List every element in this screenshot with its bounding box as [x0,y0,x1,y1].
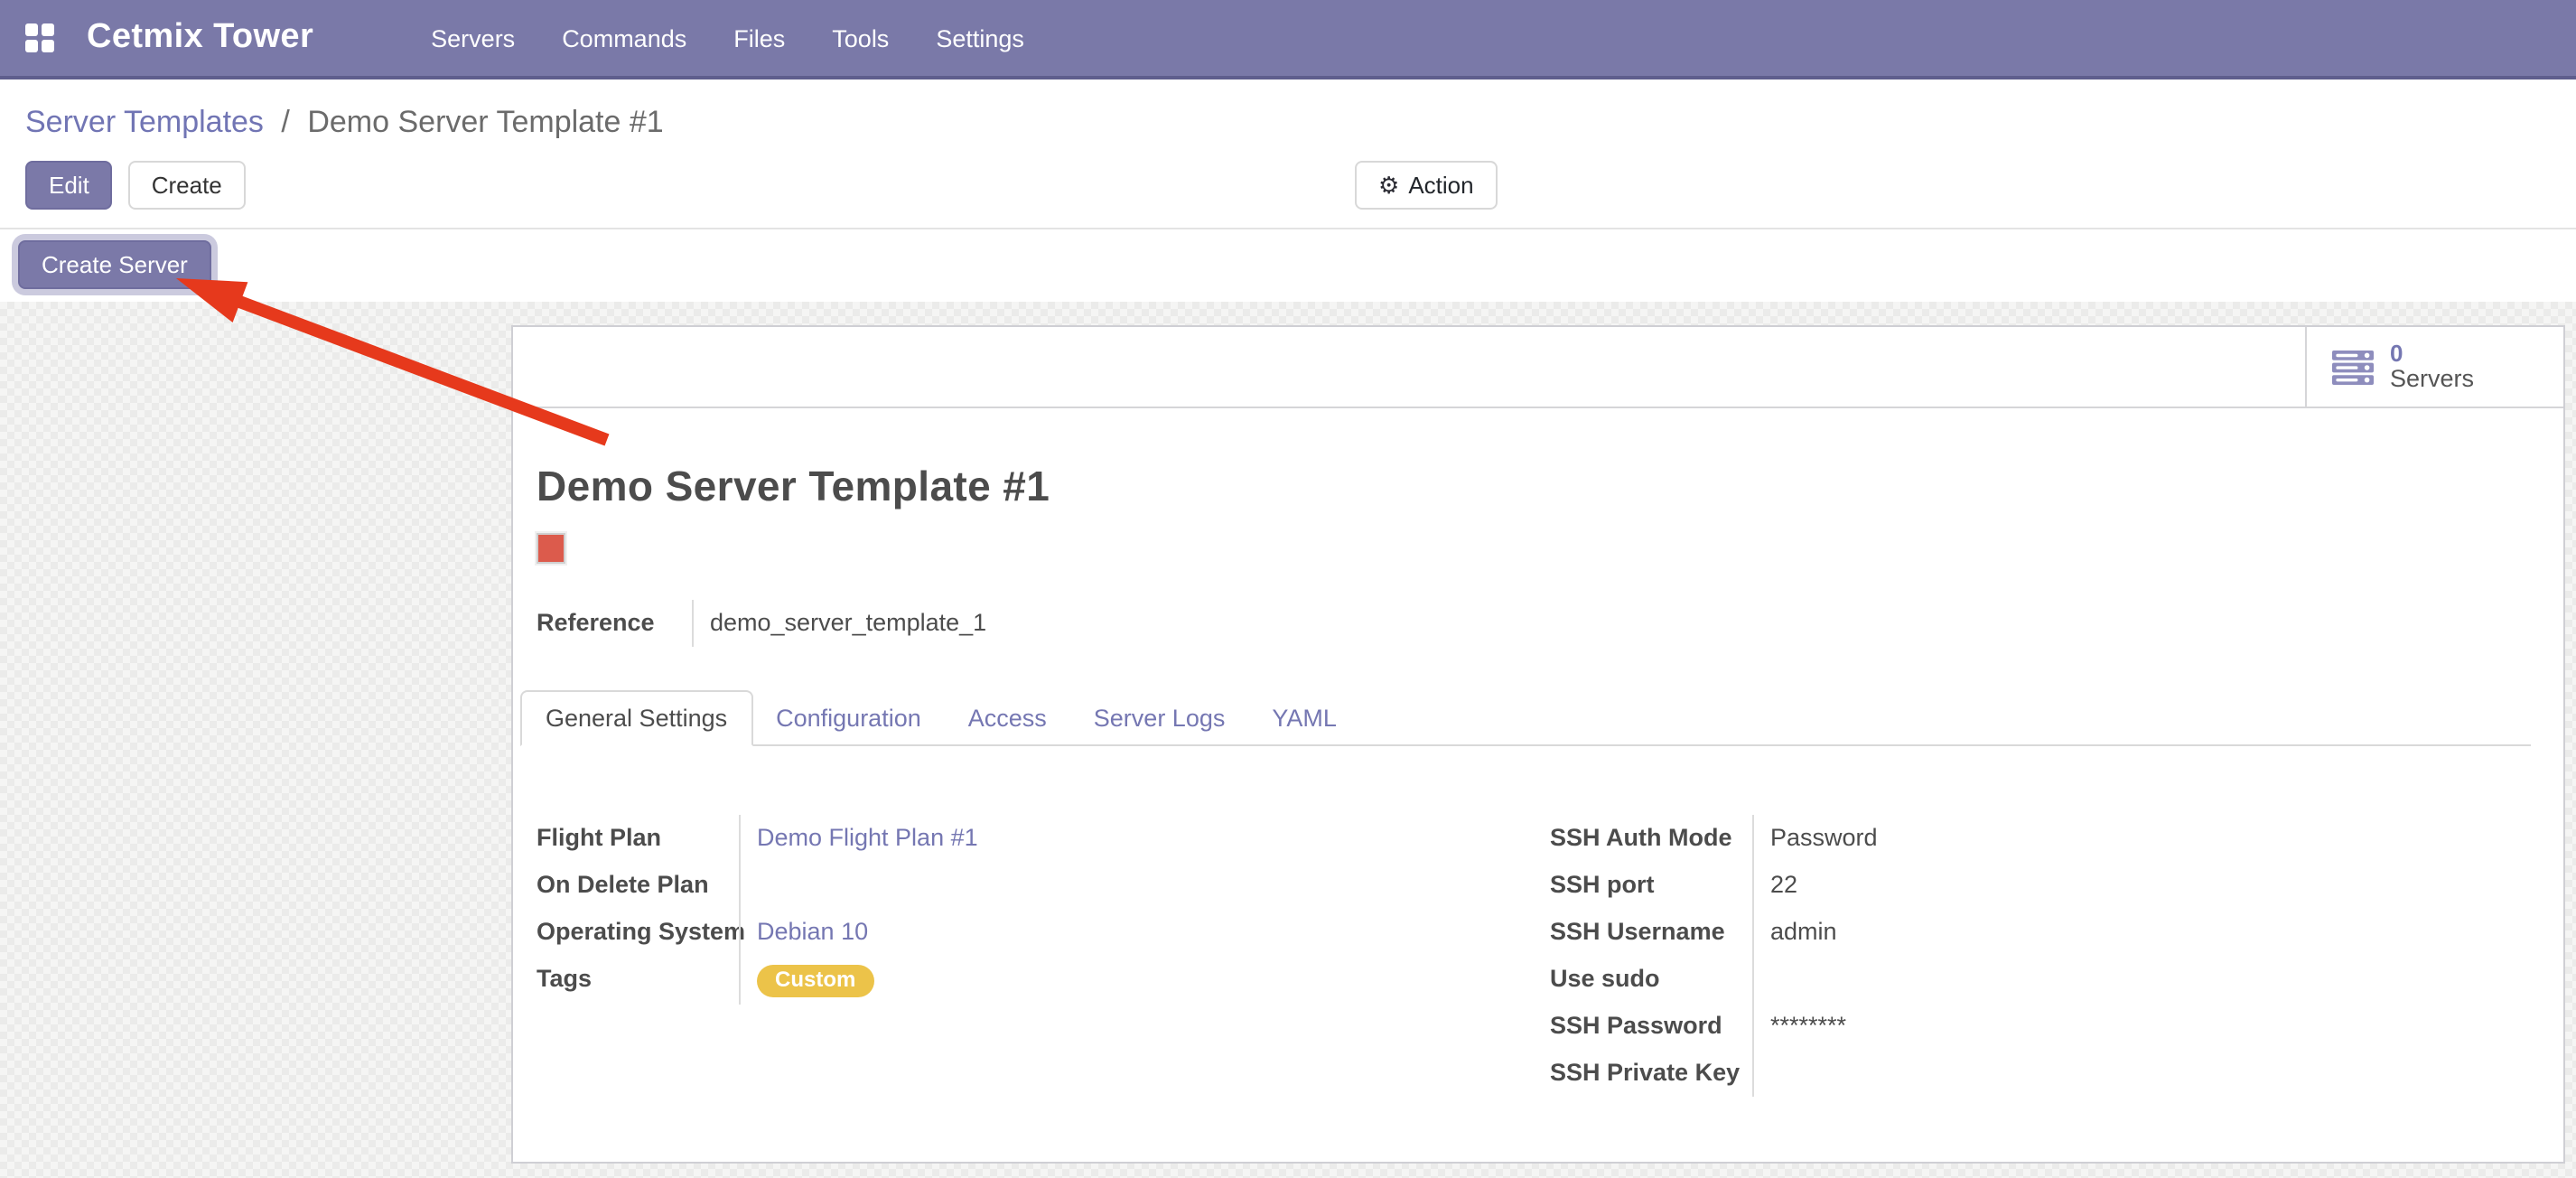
field-value-use-sudo [1752,956,2531,1003]
top-navbar: Cetmix Tower Servers Commands Files Tool… [0,0,2576,79]
field-value-ssh-username: admin [1752,909,2531,956]
field-value-ssh-port: 22 [1752,862,2531,909]
reference-group: Reference demo_server_template_1 [537,600,2531,647]
edit-button[interactable]: Edit [25,161,113,210]
field-value-ssh-private-key [1752,1050,2531,1097]
operating-system-link[interactable]: Debian 10 [757,918,868,945]
field-value-ssh-auth-mode: Password [1752,815,2531,862]
field-label-ssh-username: SSH Username [1550,909,1752,956]
field-label-operating-system: Operating System [537,909,739,956]
field-label-use-sudo: Use sudo [1550,956,1752,1003]
control-panel-buttons: Edit Create ⚙ Action [25,161,2576,210]
record-title: Demo Server Template #1 [537,463,2531,511]
breadcrumb-separator: / [272,105,298,139]
color-swatch [537,533,565,564]
field-label-ssh-auth-mode: SSH Auth Mode [1550,815,1752,862]
breadcrumb-current: Demo Server Template #1 [307,105,663,139]
reference-label: Reference [537,600,692,647]
tab-yaml[interactable]: YAML [1248,692,1360,744]
field-value-operating-system: Debian 10 [739,909,1521,956]
field-label-flight-plan: Flight Plan [537,815,739,862]
action-button[interactable]: ⚙ Action [1355,161,1498,210]
reference-value: demo_server_template_1 [692,600,2531,647]
servers-stat-button[interactable]: 0 Servers [2305,327,2563,407]
servers-count-label: Servers [2390,367,2474,393]
menu-item-servers[interactable]: Servers [407,24,538,51]
breadcrumb-parent-link[interactable]: Server Templates [25,105,264,139]
tab-general-settings[interactable]: General Settings [520,690,752,746]
create-button[interactable]: Create [128,161,246,210]
notebook-tabs: General Settings Configuration Access Se… [520,690,2531,746]
status-bar: Create Server [0,229,2576,302]
field-label-ssh-password: SSH Password [1550,1003,1752,1050]
tab-access[interactable]: Access [945,692,1070,744]
field-group-left: Flight Plan Demo Flight Plan #1 On Delet… [537,815,1521,1097]
apps-grid-icon[interactable] [25,23,54,52]
gear-icon: ⚙ [1378,172,1399,199]
servers-stack-icon [2332,350,2374,384]
field-label-tags: Tags [537,956,739,1005]
flight-plan-link[interactable]: Demo Flight Plan #1 [757,824,978,851]
button-box-row: 0 Servers [513,327,2563,408]
field-value-tags: Custom [739,956,1521,1005]
control-panel: Server Templates / Demo Server Template … [0,79,2576,302]
menu-item-settings[interactable]: Settings [912,24,1048,51]
tag-badge-custom: Custom [757,965,873,997]
field-value-flight-plan: Demo Flight Plan #1 [739,815,1521,862]
create-server-button[interactable]: Create Server [18,240,211,289]
field-group-right: SSH Auth Mode Password SSH port 22 SSH U… [1550,815,2531,1097]
breadcrumb: Server Templates / Demo Server Template … [0,79,2576,141]
menu-item-files[interactable]: Files [710,24,808,51]
action-button-label: Action [1408,172,1473,199]
menu-item-commands[interactable]: Commands [538,24,710,51]
main-menu: Servers Commands Files Tools Settings [407,24,1048,51]
form-sheet: 0 Servers Demo Server Template #1 Refere… [511,325,2565,1164]
app-window: Cetmix Tower Servers Commands Files Tool… [0,0,2576,1174]
field-label-ssh-private-key: SSH Private Key [1550,1050,1752,1097]
field-value-ssh-password: ******** [1752,1003,2531,1050]
servers-count: 0 [2390,341,2474,367]
tab-configuration[interactable]: Configuration [752,692,945,744]
content-area: 0 Servers Demo Server Template #1 Refere… [0,302,2576,1178]
field-label-ssh-port: SSH port [1550,862,1752,909]
menu-item-tools[interactable]: Tools [808,24,912,51]
field-columns: Flight Plan Demo Flight Plan #1 On Delet… [537,815,2531,1097]
sheet-body: Demo Server Template #1 Reference demo_s… [513,463,2563,1097]
tab-server-logs[interactable]: Server Logs [1070,692,1249,744]
brand-title: Cetmix Tower [87,18,313,58]
field-label-on-delete-plan: On Delete Plan [537,862,739,909]
field-value-on-delete-plan [739,862,1521,909]
